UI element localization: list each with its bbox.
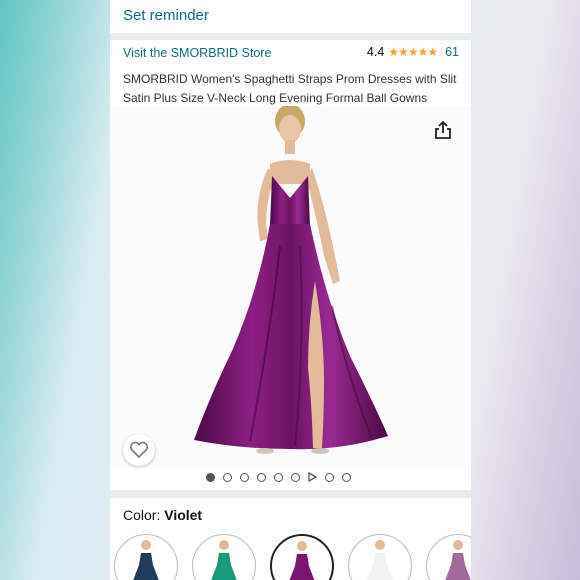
set-reminder-link[interactable]: Set reminder (123, 7, 209, 24)
product-image (194, 106, 388, 454)
product-card: Visit the SMORBRID Store 4.4 ★★★★★ 61 SM… (110, 40, 471, 490)
store-link[interactable]: Visit the SMORBRID Store (123, 46, 271, 60)
add-to-wishlist-button[interactable] (123, 434, 155, 466)
gallery-dot[interactable] (240, 472, 249, 482)
product-image-gallery[interactable] (110, 106, 471, 466)
gallery-dot[interactable] (223, 472, 232, 482)
color-label: Color: Violet (123, 507, 202, 523)
color-selector-card: Color: Violet (110, 498, 471, 580)
rating-summary[interactable]: 4.4 ★★★★★ 61 (367, 45, 459, 59)
rating-value: 4.4 (366, 45, 385, 59)
gallery-pagination (110, 470, 471, 484)
gallery-dot[interactable] (291, 472, 300, 482)
color-swatch-violet[interactable] (270, 534, 334, 580)
color-swatch-white[interactable] (348, 534, 412, 580)
color-label-text: Color: (123, 507, 165, 523)
product-title: SMORBRID Women's Spaghetti Straps Prom D… (123, 72, 457, 105)
gallery-dot[interactable] (342, 472, 351, 482)
gallery-dot[interactable] (206, 472, 215, 482)
gallery-dot[interactable] (257, 472, 266, 482)
gallery-dot[interactable] (325, 472, 334, 482)
heart-icon (129, 441, 149, 459)
color-swatch-lilac[interactable] (426, 534, 471, 580)
selected-color-value: Violet (164, 507, 203, 523)
video-indicator-icon[interactable] (308, 472, 317, 482)
color-swatch-green[interactable] (192, 534, 256, 580)
reminder-card: Set reminder (110, 0, 471, 33)
color-swatch-navy[interactable] (114, 534, 178, 580)
gallery-dot[interactable] (274, 472, 283, 482)
share-button[interactable] (429, 116, 457, 144)
app-screen: Set reminder Visit the SMORBRID Store 4.… (110, 0, 471, 580)
share-icon (435, 120, 451, 139)
star-rating-icon: ★★★★★ (388, 45, 438, 59)
color-swatch-list (114, 534, 471, 580)
rating-count[interactable]: 61 (445, 45, 459, 59)
